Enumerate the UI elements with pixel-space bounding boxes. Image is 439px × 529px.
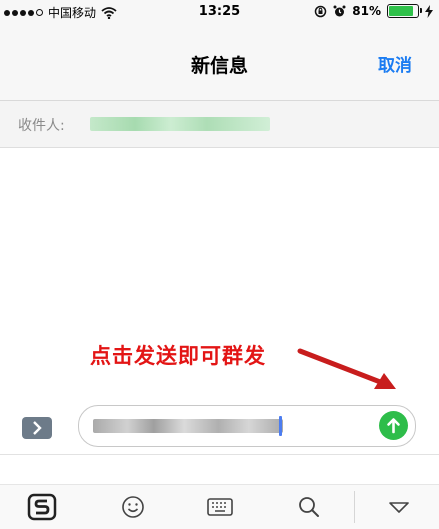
message-text-blurred [93,419,283,433]
chevron-right-icon [33,421,42,435]
battery-icon [387,4,422,18]
battery-percent: 81% [352,4,381,18]
emoji-icon[interactable] [118,493,148,521]
recipient-list-blurred [90,117,270,131]
page-title: 新信息 [190,55,248,77]
message-input[interactable] [78,405,416,447]
recipient-field[interactable]: 收件人: [0,101,439,148]
expand-apps-button[interactable] [22,417,52,439]
navigation-bar: 新信息 取消 [0,24,439,101]
keyboard-toolbar [0,484,439,529]
annotation-text: 点击发送即可群发 [90,344,266,368]
annotation-arrow-icon [297,348,396,389]
send-arrow-up-icon [387,418,400,434]
charging-bolt-icon [425,4,433,18]
collapse-down-icon[interactable] [384,493,414,521]
status-right: 81% [314,4,433,18]
status-bar: 中国移动 13:25 81% [0,0,439,24]
keyboard-icon[interactable] [205,493,235,521]
alarm-icon [333,5,346,16]
cancel-button[interactable]: 取消 [378,51,412,76]
message-input-bar [0,398,439,455]
recipient-label: 收件人: [18,118,65,134]
rotation-lock-icon [315,5,327,17]
send-button[interactable] [379,411,408,440]
sogou-logo-icon[interactable] [27,493,57,521]
text-cursor [279,416,282,436]
toolbar-divider [354,491,355,523]
battery-fill [389,6,414,16]
search-icon[interactable] [294,493,324,521]
